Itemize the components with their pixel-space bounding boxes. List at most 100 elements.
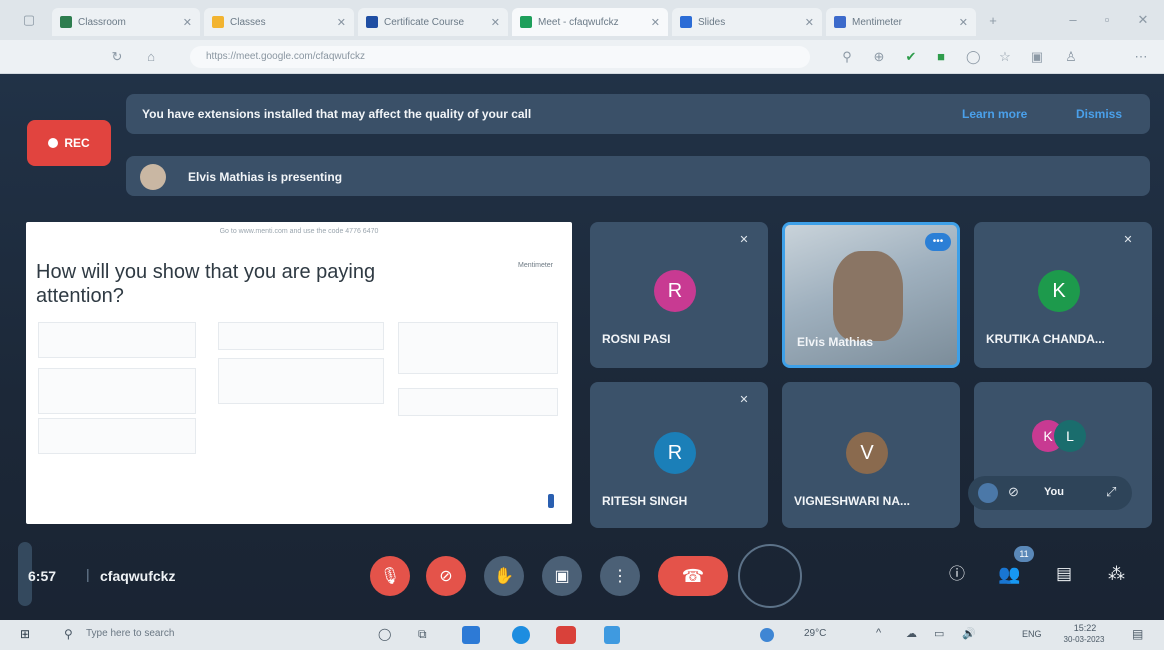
hand-icon: ✋ <box>494 568 514 585</box>
more-options-button[interactable]: ⋮ <box>600 556 640 596</box>
leave-call-button[interactable]: ☎ <box>658 556 728 596</box>
browser-address-row: ↻ ⌂ https://meet.google.com/cfaqwufckz ⚲… <box>0 40 1164 74</box>
green-extension-icon[interactable]: ■ <box>934 50 948 64</box>
tab-favicon <box>680 16 692 28</box>
extension-icon[interactable]: ⊕ <box>872 50 886 64</box>
search-icon: ⚲ <box>64 627 73 641</box>
browser-tab-1[interactable]: Classroom ✕ <box>52 8 200 36</box>
participant-tile-active-speaker[interactable]: ••• Elvis Mathias <box>782 222 960 368</box>
url-field[interactable]: https://meet.google.com/cfaqwufckz <box>190 46 810 68</box>
avatar: R <box>654 432 696 474</box>
clock-date[interactable]: 30-03-2023 <box>1056 635 1112 644</box>
browser-icon[interactable] <box>512 626 530 644</box>
home-icon[interactable]: ⌂ <box>144 50 158 64</box>
browser-tab-6[interactable]: Mentimeter ✕ <box>826 8 976 36</box>
extensions-banner-text: You have extensions installed that may a… <box>142 107 532 121</box>
minimize-icon[interactable]: – <box>1066 13 1080 27</box>
close-window-icon[interactable]: ✕ <box>1136 13 1150 27</box>
learn-more-link[interactable]: Learn more <box>962 107 1027 121</box>
close-icon[interactable]: ✕ <box>959 16 968 29</box>
browser-tab-3[interactable]: Certificate Course ✕ <box>358 8 508 36</box>
info-icon[interactable]: ⓘ <box>948 567 966 586</box>
edge-browser-icon[interactable] <box>462 626 480 644</box>
camera-off-icon: ⊘ <box>1008 484 1019 499</box>
avatar: V <box>846 432 888 474</box>
mic-toggle-button[interactable]: 🎙 <box>370 556 410 596</box>
check-extension-icon[interactable]: ✔ <box>904 50 918 64</box>
task-view-icon[interactable]: ⧉ <box>418 627 427 642</box>
new-tab-icon[interactable]: + <box>986 14 1000 28</box>
clock-time[interactable]: 15:22 <box>1060 623 1110 633</box>
response-note <box>398 322 558 374</box>
tab-title: Slides <box>698 16 726 28</box>
weather-icon[interactable] <box>760 628 774 642</box>
favorites-icon[interactable]: ☆ <box>998 50 1012 64</box>
presenting-banner: Elvis Mathias is presenting <box>126 156 1150 196</box>
present-button[interactable]: ▣ <box>542 556 582 596</box>
cortana-icon[interactable]: ◯ <box>378 627 391 641</box>
participant-tile[interactable]: ✕ R RITESH SINGH <box>590 382 768 528</box>
temperature: 29°C <box>804 628 827 639</box>
participant-name: Elvis Mathias <box>797 335 874 349</box>
camera-toggle-button[interactable]: ⊘ <box>426 556 466 596</box>
raise-hand-button[interactable]: ✋ <box>484 556 524 596</box>
meet-window: REC You have extensions installed that m… <box>0 74 1164 620</box>
presentation-slide: Go to www.menti.com and use the code 477… <box>26 222 572 524</box>
slide-question: How will you show that you are paying at… <box>36 261 376 307</box>
mic-off-icon: ✕ <box>739 234 749 246</box>
mic-off-icon: 🎙 <box>379 568 401 585</box>
powerpoint-icon[interactable] <box>556 626 576 644</box>
participant-name: KRUTIKA CHANDA... <box>986 332 1105 346</box>
browser-tab-4-active[interactable]: Meet - cfaqwufckz ✕ <box>512 8 668 36</box>
extension-icon[interactable]: ◯ <box>966 50 981 64</box>
extensions-banner: You have extensions installed that may a… <box>126 94 1150 134</box>
mic-off-icon: ✕ <box>1123 234 1133 246</box>
avatar: R <box>654 270 696 312</box>
battery-icon[interactable]: ▭ <box>934 627 944 640</box>
window-menu-icon[interactable]: ▢ <box>22 13 36 27</box>
participant-tile[interactable]: V VIGNESHWARI NA... <box>782 382 960 528</box>
participant-tile[interactable]: ✕ R ROSNI PASI <box>590 222 768 368</box>
participants-count-badge: 11 <box>1014 546 1034 562</box>
maximize-icon[interactable]: ▫ <box>1100 13 1114 27</box>
close-icon[interactable]: ✕ <box>183 16 192 29</box>
people-icon[interactable]: 👥 <box>998 564 1020 585</box>
presenting-text: Elvis Mathias is presenting <box>188 170 343 184</box>
response-note <box>218 358 384 404</box>
profile-icon[interactable]: ♙ <box>1064 50 1078 64</box>
language-indicator[interactable]: ENG <box>1022 629 1042 639</box>
refresh-icon[interactable]: ↻ <box>110 50 124 64</box>
chat-icon[interactable]: ▤ <box>1056 564 1072 584</box>
response-note <box>398 388 558 416</box>
app-icon[interactable] <box>604 626 620 644</box>
browser-tab-2[interactable]: Classes ✕ <box>204 8 354 36</box>
extension-icon[interactable]: ⚲ <box>840 50 854 64</box>
volume-icon[interactable]: 🔊 <box>962 627 976 640</box>
browser-tab-bar: ▢ Classroom ✕ Classes ✕ Certificate Cour… <box>0 0 1164 40</box>
close-icon[interactable]: ✕ <box>651 16 660 29</box>
participant-tile[interactable]: ✕ K KRUTIKA CHANDA... <box>974 222 1152 368</box>
close-icon[interactable]: ✕ <box>491 16 500 29</box>
notification-icon[interactable]: ▤ <box>1132 627 1143 641</box>
slide-brand: Mentimeter <box>518 262 554 269</box>
hang-up-icon: ☎ <box>681 565 705 586</box>
tab-title: Meet - cfaqwufckz <box>538 16 619 28</box>
windows-taskbar: ⊞ ⚲ Type here to search ◯ ⧉ 29°C ^ ☁ ▭ 🔊… <box>0 620 1164 650</box>
collections-icon[interactable]: ▣ <box>1030 50 1044 64</box>
close-icon[interactable]: ✕ <box>805 16 814 29</box>
more-menu-icon[interactable]: ⋯ <box>1134 50 1148 64</box>
browser-tab-5[interactable]: Slides ✕ <box>672 8 822 36</box>
participant-name: ROSNI PASI <box>602 332 671 346</box>
windows-start-icon[interactable]: ⊞ <box>20 627 30 641</box>
dismiss-link[interactable]: Dismiss <box>1076 107 1122 121</box>
tab-title: Classes <box>230 16 266 28</box>
expand-icon[interactable]: ⤢ <box>1106 484 1116 500</box>
tab-title: Certificate Course <box>384 16 465 28</box>
activities-icon[interactable]: ⁂ <box>1108 564 1125 584</box>
tab-favicon <box>834 16 846 28</box>
close-icon[interactable]: ✕ <box>337 16 346 29</box>
tray-chevron-icon[interactable]: ^ <box>876 627 881 639</box>
self-view-pill[interactable]: ⊘ You ⤢ <box>968 476 1132 510</box>
taskbar-search-box[interactable]: Type here to search <box>86 628 174 639</box>
network-icon[interactable]: ☁ <box>906 627 917 640</box>
